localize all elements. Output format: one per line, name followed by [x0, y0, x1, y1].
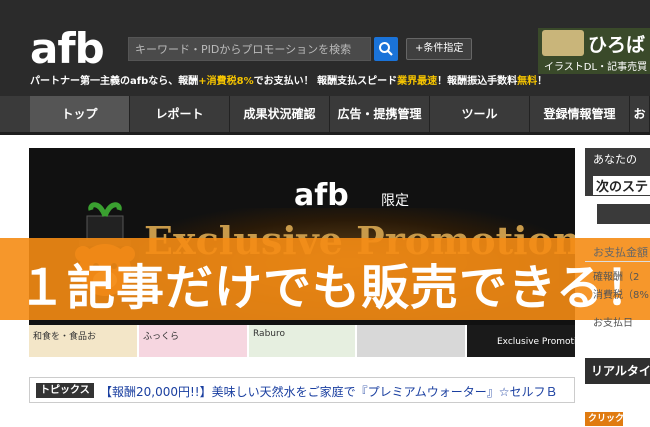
nav-item-tools[interactable]: ツール	[430, 96, 530, 132]
ad-title: ひろば	[588, 34, 646, 56]
nav-item-top[interactable]: トップ	[30, 96, 130, 132]
sidebar-reward: 確報酬（2	[593, 272, 640, 283]
condition-filter-button[interactable]: +条件指定	[406, 38, 473, 60]
ad-subtitle: イラストDL・記事売買	[544, 62, 648, 73]
nav-item-report[interactable]: レポート	[130, 96, 230, 132]
afb-logo[interactable]: afb	[30, 26, 105, 72]
thumbnail-label: Exclusive Promotion	[497, 337, 575, 347]
promo-overlay: １記事だけでも販売できる！	[0, 238, 650, 320]
nav-item-ads[interactable]: 広告・提携管理	[330, 96, 430, 132]
main-nav: トップ レポート 成果状況確認 広告・提携管理 ツール 登録情報管理 お	[0, 96, 650, 135]
sidebar-pay-label: お支払金額	[593, 246, 648, 259]
search-input[interactable]: キーワード・PIDからプロモーションを検索	[128, 37, 371, 61]
search-button[interactable]	[374, 37, 398, 61]
topics-news-link[interactable]: 【報酬20,000円!!】美味しい天然水をご家庭で『プレミアムウォーター』☆セル…	[100, 383, 558, 400]
thumbnail-5[interactable]: Exclusive Promotion	[467, 325, 575, 357]
tagline-highlight: 業界最速	[397, 76, 438, 87]
nav-item-account[interactable]: 登録情報管理	[530, 96, 630, 132]
site-header: afb キーワード・PIDからプロモーションを検索 +条件指定 パートナー第一主…	[0, 0, 650, 96]
search-icon	[379, 42, 393, 56]
promo-brand: afb	[294, 178, 349, 213]
nav-item-results[interactable]: 成果状況確認	[230, 96, 330, 132]
thumbnail-label: Raburo	[253, 329, 285, 339]
promo-overlay-text: １記事だけでも販売できる！	[18, 260, 650, 316]
thumbnail-label: ふっくら	[143, 332, 180, 342]
sidebar-head-title: あなたの	[593, 153, 637, 166]
promo-thumbnails: 和食を・食品お ふっくら Raburo Exclusive Promotion	[29, 325, 575, 357]
sidebar-next-step: 次のステ	[593, 176, 650, 195]
sidebar-pay-date: お支払日	[593, 318, 633, 329]
thumbnail-4[interactable]	[357, 325, 465, 357]
promo-limited: 限定	[381, 193, 409, 209]
thumbnail-2[interactable]: ふっくら	[139, 325, 247, 357]
tagline-highlight: +消費税8%	[198, 76, 254, 87]
sidebar: あなたの 次のステ お支払金額 確報酬（2 消費税（8% お支払日 リアルタイ …	[585, 148, 650, 427]
sidebar-action-button[interactable]	[597, 204, 650, 224]
tagline-part: ！	[537, 76, 548, 87]
sidebar-realtime-header: リアルタイ	[585, 358, 650, 384]
sidebar-click-count-label: クリック数	[585, 412, 623, 426]
tagline-part: でお支払い！ 報酬支払スピード	[253, 76, 398, 87]
tagline-part: ！報酬振込手数料	[437, 76, 518, 87]
nav-item-more[interactable]: お	[630, 96, 650, 132]
sidebar-divider	[585, 261, 650, 262]
thumbnail-label: 和食を・食品お	[33, 332, 97, 342]
header-tagline: パートナー第一主義のafbなら、報酬+消費税8%でお支払い！ 報酬支払スピード業…	[30, 72, 547, 87]
tagline-highlight: 無料	[517, 76, 538, 87]
ad-logo-image	[542, 30, 584, 56]
tagline-part: パートナー第一主義のafbなら、報酬	[30, 76, 199, 87]
sidebar-status-header: あなたの 次のステ	[585, 148, 650, 196]
topics-bar: トピックス 【報酬20,000円!!】美味しい天然水をご家庭で『プレミアムウォー…	[29, 377, 575, 403]
header-banner-ad[interactable]: ひろば イラストDL・記事売買	[538, 28, 650, 74]
thumbnail-1[interactable]: 和食を・食品お	[29, 325, 137, 357]
sidebar-tax: 消費税（8%	[593, 290, 649, 301]
thumbnail-3[interactable]: Raburo	[249, 325, 355, 357]
topics-label: トピックス	[36, 383, 94, 398]
